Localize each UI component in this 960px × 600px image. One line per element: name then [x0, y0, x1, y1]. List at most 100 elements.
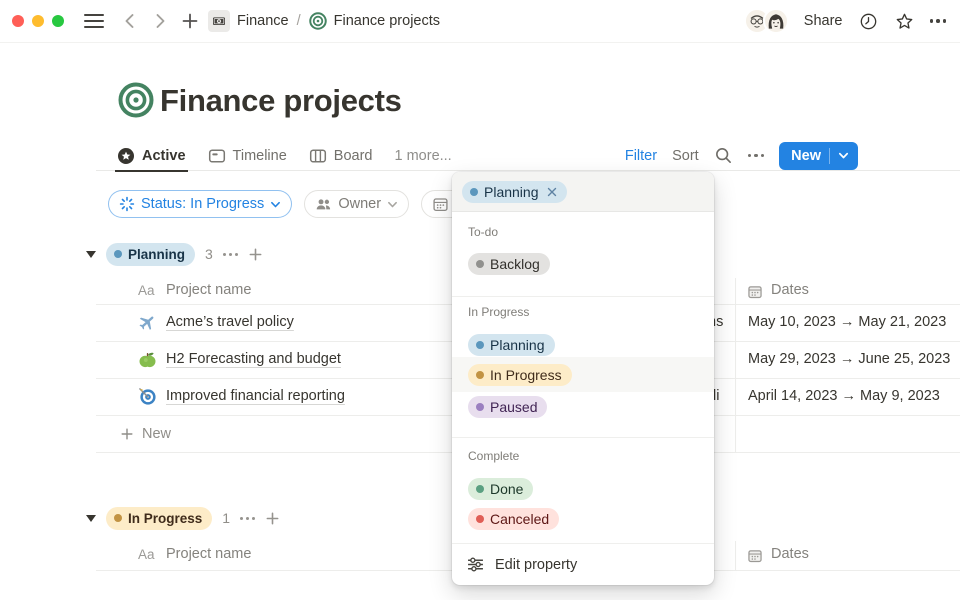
- plus-icon: [180, 11, 200, 31]
- owner-filter-chip[interactable]: Owner: [304, 190, 409, 218]
- sort-button[interactable]: Sort: [672, 148, 699, 164]
- top-bar: Finance / Finance projects Share: [0, 0, 960, 43]
- group-options-button[interactable]: [240, 517, 255, 520]
- back-button[interactable]: [120, 11, 140, 31]
- more-options-button[interactable]: [930, 19, 947, 23]
- page-title: Finance projects: [160, 82, 402, 120]
- share-button[interactable]: Share: [804, 13, 843, 29]
- option-planning[interactable]: Planning: [468, 334, 555, 356]
- tag-dot: [470, 188, 478, 196]
- updates-button[interactable]: [858, 11, 879, 32]
- tag-dot: [476, 260, 484, 268]
- tag-dot: [476, 341, 484, 349]
- section-label-in-progress: In Progress: [468, 305, 529, 319]
- option-in-progress[interactable]: In Progress: [468, 364, 572, 386]
- more-views-button[interactable]: 1 more...: [395, 148, 452, 164]
- group-tag-in-progress[interactable]: In Progress: [106, 507, 212, 530]
- search-button[interactable]: [714, 146, 733, 165]
- tab-active[interactable]: Active: [117, 141, 186, 171]
- breadcrumb: Finance / Finance projects: [208, 10, 440, 32]
- green-apple-emoji: [138, 350, 157, 369]
- app-window: Finance / Finance projects Share: [0, 0, 960, 600]
- calendar-icon: [747, 548, 763, 564]
- banknote-icon: [211, 13, 227, 29]
- favorite-button[interactable]: [894, 11, 915, 32]
- project-title[interactable]: Improved financial reporting: [166, 378, 345, 415]
- project-name-column-header[interactable]: Project name: [166, 546, 251, 562]
- selected-tag-planning[interactable]: Planning: [462, 181, 567, 203]
- filter-chip-bar: Status: In Progress Owner: [108, 190, 485, 218]
- filter-button[interactable]: Filter: [625, 148, 657, 164]
- clock-icon: [858, 11, 879, 32]
- dates-cell[interactable]: April 14, 2023 → May 9, 2023: [748, 378, 940, 415]
- dates-cell[interactable]: May 10, 2023 → May 21, 2023: [748, 304, 946, 341]
- project-title[interactable]: H2 Forecasting and budget: [166, 341, 341, 378]
- group-tag-planning[interactable]: Planning: [106, 243, 195, 266]
- collapse-group-toggle[interactable]: [86, 515, 96, 522]
- status-filter-dropdown: Planning To-do Backlog In Progress Plann…: [452, 172, 714, 585]
- breadcrumb-page-label[interactable]: Finance projects: [334, 13, 440, 29]
- option-backlog[interactable]: Backlog: [468, 253, 550, 275]
- breadcrumb-finance-item[interactable]: [208, 10, 230, 32]
- edit-property-label: Edit property: [495, 557, 577, 573]
- dates-column-header[interactable]: Dates: [771, 282, 809, 298]
- project-title[interactable]: Acme’s travel policy: [166, 304, 294, 341]
- close-window-button[interactable]: [12, 15, 24, 27]
- plus-icon: [120, 427, 134, 441]
- add-row-icon[interactable]: [248, 247, 263, 262]
- option-done[interactable]: Done: [468, 478, 533, 500]
- tag-dot: [476, 515, 484, 523]
- new-page-button[interactable]: [180, 11, 200, 31]
- group-count: 3: [205, 246, 213, 262]
- option-label: In Progress: [490, 367, 562, 383]
- remove-tag-button[interactable]: [547, 187, 557, 197]
- view-options-button[interactable]: [748, 154, 765, 158]
- project-name-column-header[interactable]: Project name: [166, 282, 251, 298]
- airplane-emoji: [138, 313, 157, 332]
- section-label-complete: Complete: [468, 449, 519, 463]
- sidebar-toggle-icon[interactable]: [84, 14, 104, 28]
- forward-button[interactable]: [150, 11, 170, 31]
- zoom-window-button[interactable]: [52, 15, 64, 27]
- minimize-window-button[interactable]: [32, 15, 44, 27]
- tab-board[interactable]: Board: [309, 141, 373, 171]
- edit-property-button[interactable]: Edit property: [452, 544, 714, 585]
- chevron-left-icon: [120, 11, 140, 31]
- tab-timeline[interactable]: Timeline: [208, 141, 287, 171]
- name-column-type-icon: Aa: [138, 547, 155, 562]
- collaborator-avatars[interactable]: [744, 8, 789, 34]
- tag-dot: [476, 403, 484, 411]
- collapse-group-toggle[interactable]: [86, 251, 96, 258]
- filter-value-input[interactable]: Planning: [452, 172, 714, 212]
- tag-dot: [114, 514, 122, 522]
- section-label-todo: To-do: [468, 225, 498, 239]
- option-canceled[interactable]: Canceled: [468, 508, 559, 530]
- chevron-down-icon[interactable]: [838, 150, 849, 161]
- tab-label: Active: [142, 148, 186, 164]
- group-tag-label: Planning: [128, 247, 185, 262]
- status-filter-chip[interactable]: Status: In Progress: [108, 190, 292, 218]
- page-icon-target: [118, 82, 154, 118]
- option-label: Done: [490, 481, 523, 497]
- status-filter-label: Status: In Progress: [141, 196, 264, 212]
- tag-dot: [476, 485, 484, 493]
- breadcrumb-separator: /: [297, 13, 301, 29]
- add-row-icon[interactable]: [265, 511, 280, 526]
- option-label: Canceled: [490, 511, 549, 527]
- search-icon: [714, 146, 733, 165]
- new-button[interactable]: New: [779, 142, 858, 170]
- breadcrumb-workspace-label[interactable]: Finance: [237, 13, 289, 29]
- option-label: Planning: [490, 337, 545, 353]
- avatar: [763, 8, 789, 34]
- option-label: Backlog: [490, 256, 540, 272]
- timeline-icon: [208, 147, 226, 165]
- chevron-right-icon: [150, 11, 170, 31]
- dates-column-header[interactable]: Dates: [771, 546, 809, 562]
- star-icon: [894, 11, 915, 32]
- option-paused[interactable]: Paused: [468, 396, 547, 418]
- window-controls: [12, 15, 64, 27]
- owner-filter-label: Owner: [338, 196, 381, 212]
- dates-cell[interactable]: May 29, 2023 → June 25, 2023: [748, 341, 950, 378]
- tag-dot: [114, 250, 122, 258]
- group-options-button[interactable]: [223, 253, 238, 256]
